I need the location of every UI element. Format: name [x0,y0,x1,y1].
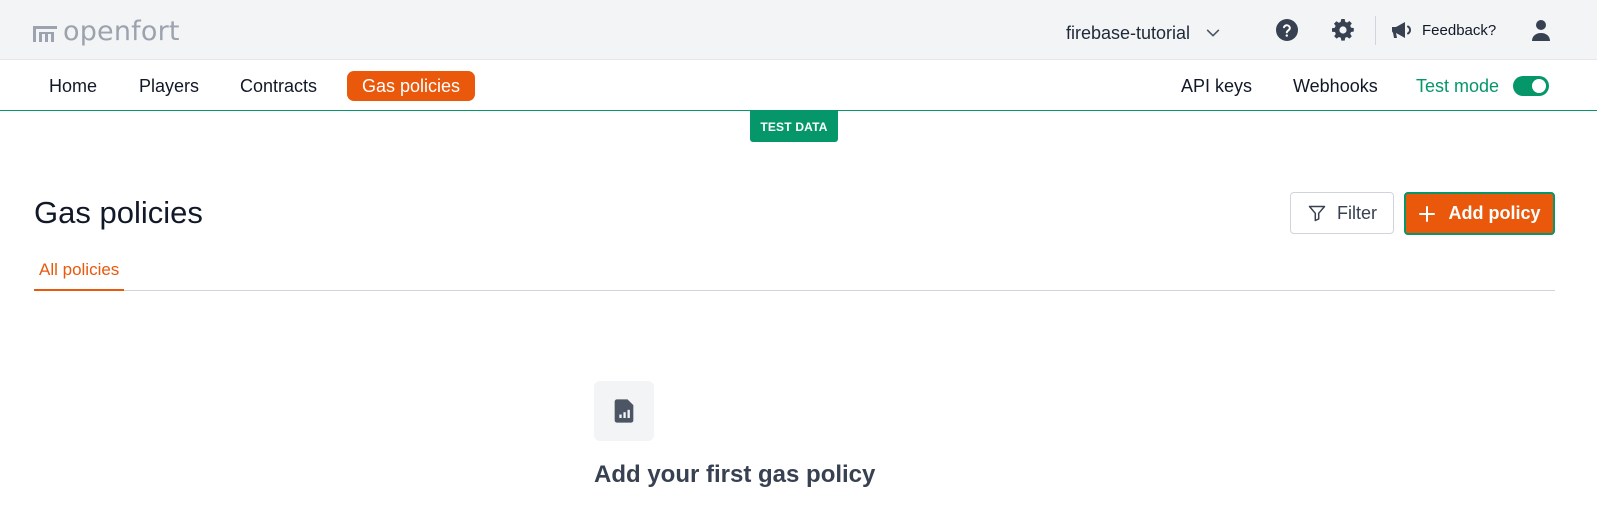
plus-icon [1419,205,1436,222]
filter-button[interactable]: Filter [1290,192,1394,234]
test-mode-control: Test mode [1416,71,1550,101]
filter-label: Filter [1337,202,1377,223]
test-mode-label: Test mode [1416,75,1500,96]
main-nav: Home Players Contracts Gas policies API … [0,60,1597,111]
page-title: Gas policies [34,195,203,230]
feedback-button[interactable]: Feedback? [1390,18,1496,42]
add-policy-button[interactable]: Add policy [1404,192,1555,235]
chevron-down-icon [1206,29,1220,37]
user-icon[interactable] [1529,18,1553,42]
nav-item-home[interactable]: Home [34,71,112,101]
toggle-knob [1532,79,1547,93]
feedback-label: Feedback? [1422,21,1497,39]
policy-tabs: All policies [34,252,1555,291]
tab-all-policies[interactable]: All policies [34,252,125,291]
nav-item-players[interactable]: Players [124,71,214,101]
openfort-logo-icon [33,26,57,42]
empty-state-icon-box [594,381,654,441]
nav-item-api-keys[interactable]: API keys [1166,71,1267,101]
project-selector[interactable]: firebase-tutorial [1066,20,1222,46]
document-chart-icon [614,399,634,423]
filter-icon [1308,205,1326,222]
nav-item-gas-policies[interactable]: Gas policies [347,71,476,101]
gear-icon[interactable] [1331,18,1355,42]
empty-state-title: Add your first gas policy [594,461,876,488]
test-mode-toggle[interactable] [1513,76,1550,96]
brand-logo[interactable]: openfort [33,15,180,47]
add-policy-label: Add policy [1448,203,1541,223]
help-icon[interactable] [1275,18,1299,42]
megaphone-icon [1392,22,1412,38]
nav-item-webhooks[interactable]: Webhooks [1278,71,1393,101]
test-data-badge: TEST DATA [750,111,838,142]
top-bar: openfort firebase-tutorial Feedback? [0,0,1597,60]
header-divider [1375,16,1376,45]
nav-item-contracts[interactable]: Contracts [225,71,332,101]
project-name: firebase-tutorial [1066,22,1191,43]
brand-name: openfort [63,15,180,47]
